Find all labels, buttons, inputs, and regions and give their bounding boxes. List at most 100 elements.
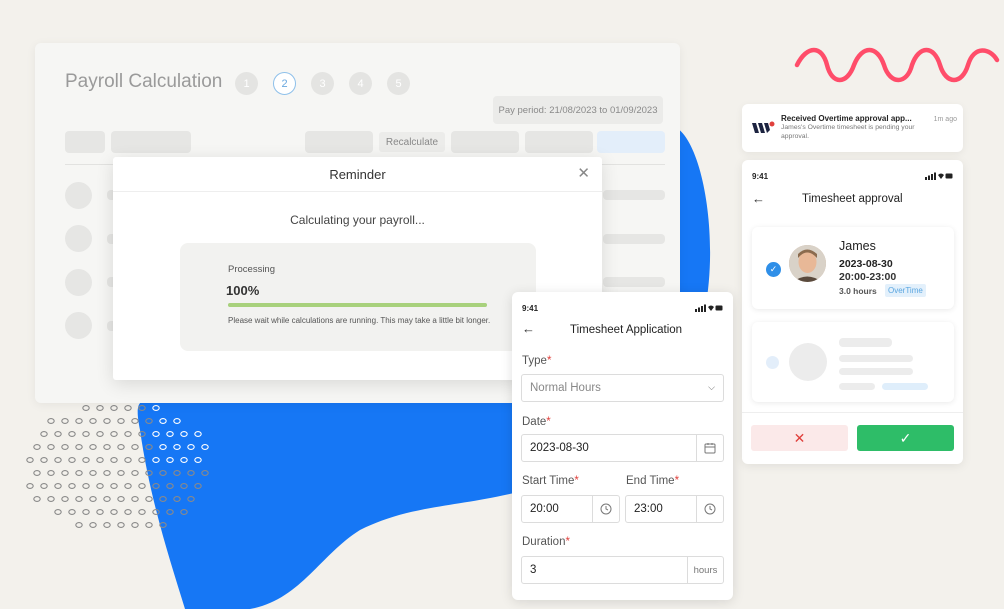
check-circle-icon[interactable]: ✓ [766, 262, 781, 277]
dot [68, 483, 76, 489]
duration-value: 3 [530, 564, 537, 576]
x-icon: ✕ [793, 429, 806, 446]
dot [54, 431, 62, 437]
dot [180, 457, 188, 463]
push-notification[interactable]: Received Overtime approval app... 1m ago… [742, 104, 963, 152]
type-value: Normal Hours [530, 382, 601, 394]
action-placeholder [451, 131, 519, 153]
dot [96, 457, 104, 463]
dot [54, 509, 62, 515]
step-2-active[interactable]: 2 [273, 72, 296, 95]
progress-percent: 100% [226, 283, 260, 298]
dot [124, 457, 132, 463]
employee-name: James [839, 239, 876, 253]
dot [33, 444, 41, 450]
dot [131, 496, 139, 502]
back-arrow-icon[interactable]: ← [752, 191, 765, 206]
dot [75, 444, 83, 450]
close-icon[interactable]: ✕ [577, 166, 590, 181]
processing-note: Please wait while calculations are runni… [228, 316, 491, 325]
date-field[interactable]: 2023-08-30 [521, 434, 724, 462]
avatar [789, 245, 826, 282]
dot [110, 405, 118, 411]
processing-panel: Processing 100% Please wait while calcul… [180, 243, 536, 351]
overtime-badge: OverTime [885, 284, 926, 297]
clock-icon[interactable] [592, 496, 619, 522]
end-time-field[interactable]: 23:00 [625, 495, 724, 523]
placeholder-line [839, 338, 892, 347]
dot [89, 444, 97, 450]
dot [40, 431, 48, 437]
dot [103, 418, 111, 424]
dot [173, 496, 181, 502]
dot [124, 483, 132, 489]
dot [103, 496, 111, 502]
dot [89, 496, 97, 502]
row-avatar-placeholder [65, 182, 92, 209]
dot [152, 405, 160, 411]
back-arrow-icon[interactable]: ← [522, 321, 535, 336]
dot [138, 405, 146, 411]
status-time: 9:41 [522, 304, 539, 313]
placeholder-line [839, 383, 875, 390]
dot [54, 457, 62, 463]
type-select[interactable]: Normal Hours ⌵ [521, 374, 724, 402]
dot [124, 431, 132, 437]
dot [89, 470, 97, 476]
modal-title: Reminder [329, 166, 386, 182]
processing-label: Processing [228, 264, 275, 275]
start-time-field[interactable]: 20:00 [521, 495, 620, 523]
duration-unit: hours [687, 557, 723, 583]
placeholder-line [839, 355, 913, 362]
action-bar: ✕ ✓ [742, 412, 963, 464]
dot [47, 496, 55, 502]
notification-body: James's Overtime timesheet is pending yo… [781, 124, 915, 140]
dot [117, 444, 125, 450]
dot [110, 431, 118, 437]
dot [75, 470, 83, 476]
timesheet-date: 2023-08-30 [839, 258, 893, 270]
calendar-icon[interactable] [696, 435, 723, 461]
timesheet-application-screen: 9:41 ← Timesheet Application Type* Norma… [512, 292, 733, 600]
dot [180, 509, 188, 515]
dot [201, 444, 209, 450]
approve-button[interactable]: ✓ [857, 425, 954, 451]
recalculate-button[interactable]: Recalculate [379, 132, 445, 152]
dot [75, 496, 83, 502]
dot [89, 522, 97, 528]
step-4[interactable]: 4 [349, 72, 372, 95]
dot [145, 470, 153, 476]
timesheet-card[interactable]: ✓ James 2023-08-30 20:00-23:00 3.0 hours… [752, 227, 954, 309]
step-1[interactable]: 1 [235, 72, 258, 95]
clock-icon[interactable] [696, 496, 723, 522]
action-placeholder [525, 131, 593, 153]
step-3[interactable]: 3 [311, 72, 334, 95]
dot [117, 522, 125, 528]
dot [131, 522, 139, 528]
check-icon: ✓ [899, 429, 912, 446]
dot [124, 405, 132, 411]
dot [96, 405, 104, 411]
dot [82, 431, 90, 437]
dot [47, 470, 55, 476]
end-time-value: 23:00 [634, 503, 663, 515]
dot [68, 431, 76, 437]
dot [131, 470, 139, 476]
dot [33, 470, 41, 476]
dot [152, 457, 160, 463]
duration-field[interactable]: 3 hours [521, 556, 724, 584]
placeholder-badge [882, 383, 928, 390]
dot [159, 496, 167, 502]
dot [54, 483, 62, 489]
step-5[interactable]: 5 [387, 72, 410, 95]
status-time: 9:41 [752, 172, 769, 181]
dot [138, 457, 146, 463]
end-time-label: End Time* [626, 475, 680, 487]
dot [138, 509, 146, 515]
row-placeholder [603, 277, 665, 287]
dot [194, 483, 202, 489]
dot [110, 483, 118, 489]
reject-button[interactable]: ✕ [751, 425, 848, 451]
action-placeholder [305, 131, 373, 153]
filter-placeholder [111, 131, 191, 153]
